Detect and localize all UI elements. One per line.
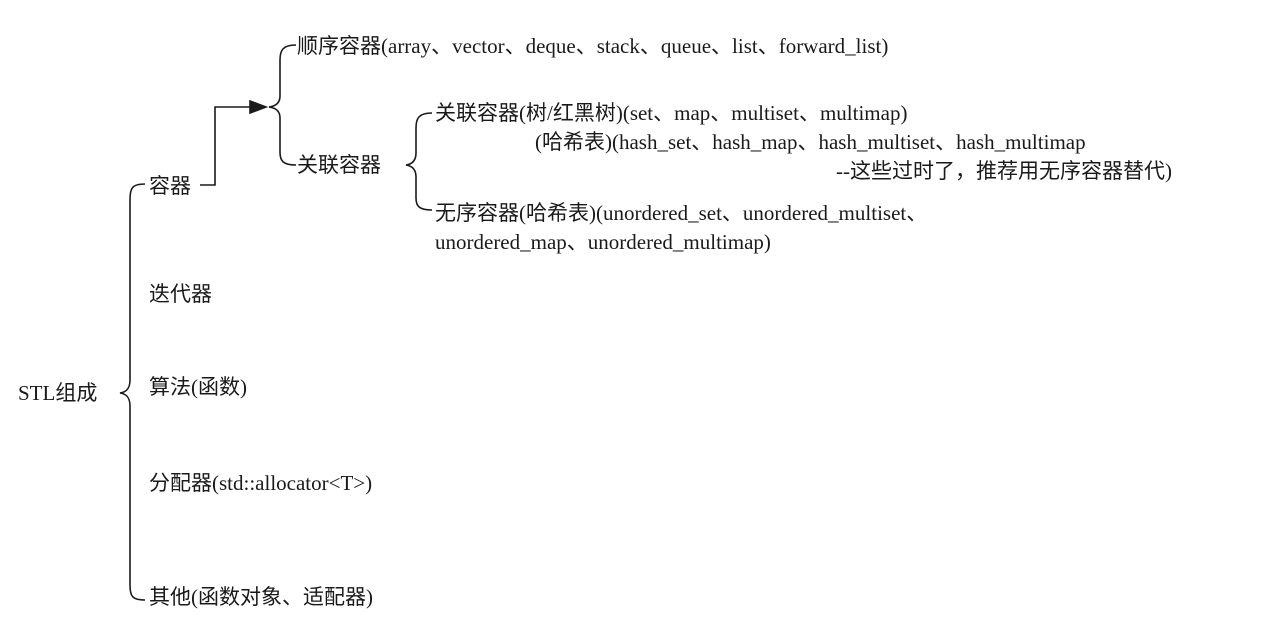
associative-brace bbox=[405, 112, 433, 211]
branch-containers: 容器 bbox=[149, 174, 191, 198]
unordered-line-1: 无序容器(哈希表)(unordered_set、unordered_multis… bbox=[435, 201, 928, 225]
container-brace bbox=[268, 44, 297, 166]
branch-algorithms: 算法(函数) bbox=[149, 375, 247, 399]
associative-tree-line: 关联容器(树/红黑树)(set、map、multiset、multimap) bbox=[435, 101, 908, 125]
arrow-head bbox=[249, 99, 269, 115]
stl-diagram: STL组成 容器 迭代器 算法(函数) 分配器(std::allocator<T… bbox=[0, 0, 1272, 624]
root-brace bbox=[119, 183, 146, 601]
connector-lines bbox=[119, 44, 433, 601]
root-label: STL组成 bbox=[18, 381, 98, 405]
associative-hash-note: --这些过时了，推荐用无序容器替代) bbox=[836, 159, 1172, 183]
container-connector bbox=[200, 106, 262, 186]
branch-others: 其他(函数对象、适配器) bbox=[149, 585, 373, 609]
branch-iterators: 迭代器 bbox=[149, 282, 212, 306]
unordered-line-2: unordered_map、unordered_multimap) bbox=[435, 230, 771, 254]
associative-containers: 关联容器 bbox=[297, 153, 381, 177]
branch-allocator: 分配器(std::allocator<T>) bbox=[149, 471, 373, 495]
sequence-containers: 顺序容器(array、vector、deque、stack、queue、list… bbox=[297, 34, 889, 58]
associative-hash-line: (哈希表)(hash_set、hash_map、hash_multiset、ha… bbox=[535, 130, 1086, 154]
